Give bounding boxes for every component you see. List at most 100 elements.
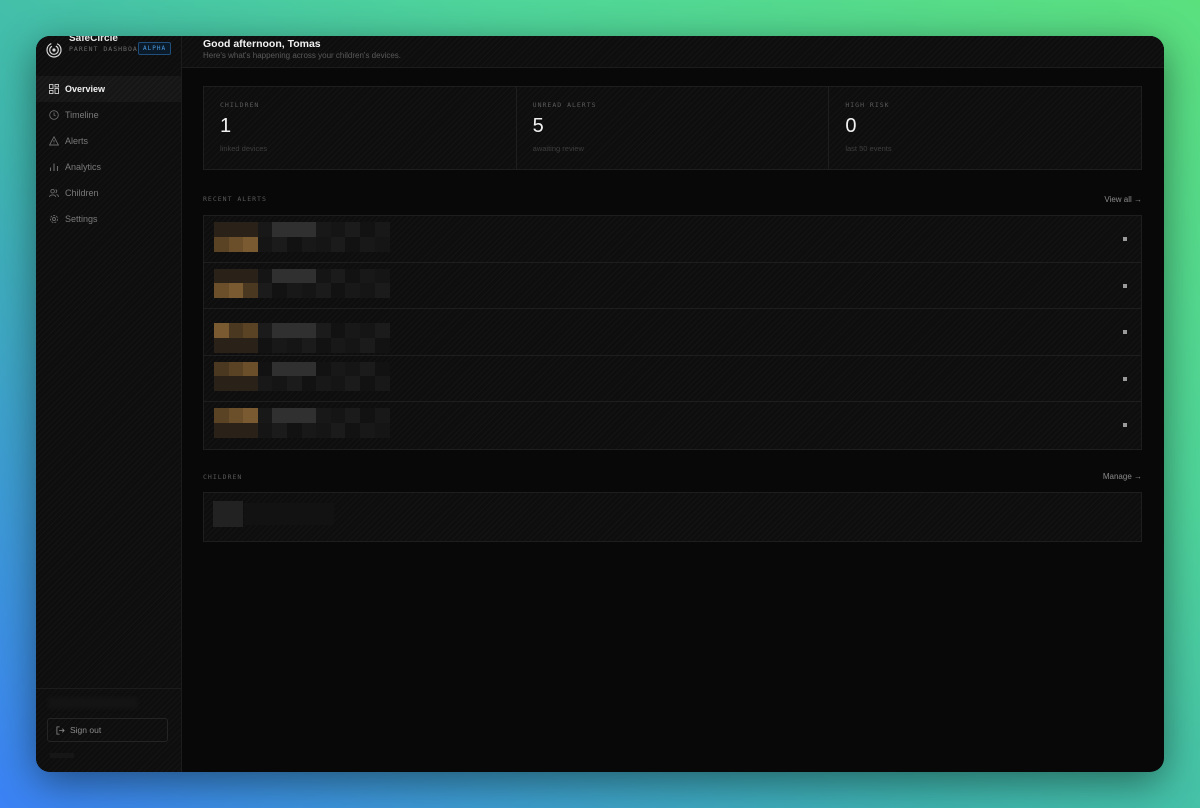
redaction-pixel <box>257 236 273 252</box>
redacted-alert-content <box>214 408 390 438</box>
redaction-pixel <box>316 422 332 438</box>
alert-row[interactable] <box>204 262 1141 310</box>
redaction-pixel <box>345 268 361 284</box>
stat-high-risk: HIGH RISK 0 last 50 events <box>829 87 1141 169</box>
sidebar-item-timeline[interactable]: Timeline <box>36 102 181 128</box>
redaction-pixel <box>345 408 361 424</box>
redaction-pixel <box>214 323 230 339</box>
alerts-list <box>203 215 1142 450</box>
redaction-pixel <box>228 337 244 353</box>
redacted-child-avatar[interactable] <box>213 500 243 527</box>
redaction-pixel <box>287 337 303 353</box>
redaction-pixel <box>374 283 390 299</box>
redaction-pixel <box>301 323 317 339</box>
redaction-pixel <box>345 283 361 299</box>
redaction-pixel <box>330 236 346 252</box>
redaction-pixel <box>287 408 303 424</box>
redaction-pixel <box>316 236 332 252</box>
unread-indicator-icon <box>1123 330 1127 335</box>
redaction-pixel <box>228 361 244 377</box>
redaction-pixel <box>228 323 244 339</box>
alert-row[interactable] <box>204 309 1141 356</box>
redaction-pixel <box>228 376 244 392</box>
app-window: SafeCircle PARENT DASHBOARD ALPHA Overvi… <box>36 36 1164 772</box>
stat-subtitle: awaiting review <box>532 144 584 153</box>
stats-panel: CHILDREN 1 linked devices UNREAD ALERTS … <box>203 86 1142 170</box>
redaction-pixel <box>360 283 376 299</box>
stat-label: CHILDREN <box>220 101 260 109</box>
sidebar-item-label: Timeline <box>65 110 99 120</box>
redaction-pixel <box>374 268 390 284</box>
redaction-pixel <box>374 408 390 424</box>
redaction-pixel <box>228 422 244 438</box>
redaction-pixel <box>272 376 288 392</box>
sidebar-item-label: Overview <box>65 84 106 94</box>
redaction-pixel <box>301 268 317 284</box>
stat-children: CHILDREN 1 linked devices <box>204 87 517 169</box>
sidebar-item-label: Children <box>65 188 99 198</box>
page-header: Good afternoon, Tomas Here's what's happ… <box>182 36 1164 68</box>
redacted-alert-content <box>214 222 390 252</box>
recent-alerts-header: RECENT ALERTS View all → <box>203 194 1142 204</box>
redaction-pixel <box>316 323 332 339</box>
sidebar-nav: Overview Timeline Alerts Analytics Child… <box>36 76 181 232</box>
sidebar-item-overview[interactable]: Overview <box>36 76 181 102</box>
redaction-pixel <box>330 337 346 353</box>
redaction-pixel <box>301 408 317 424</box>
view-all-alerts-link[interactable]: View all → <box>1104 195 1142 204</box>
alert-row[interactable] <box>204 355 1141 403</box>
redacted-alert-content <box>214 268 390 299</box>
stat-unread-alerts: UNREAD ALERTS 5 awaiting review <box>517 87 830 169</box>
redaction-pixel <box>301 376 317 392</box>
redaction-pixel <box>257 268 273 284</box>
redaction-pixel <box>272 236 288 252</box>
manage-children-link[interactable]: Manage → <box>1103 472 1142 481</box>
redaction-pixel <box>374 222 390 237</box>
sidebar-item-label: Settings <box>65 214 98 224</box>
redaction-pixel <box>287 376 303 392</box>
redaction-pixel <box>257 222 273 237</box>
redaction-pixel <box>345 422 361 438</box>
redaction-pixel <box>374 323 390 339</box>
redaction-pixel <box>287 222 303 237</box>
redaction-pixel <box>214 222 230 237</box>
redaction-pixel <box>272 337 288 353</box>
sidebar-footer: Sign out <box>36 688 181 772</box>
redaction-pixel <box>257 323 273 339</box>
redaction-pixel <box>360 323 376 339</box>
redaction-pixel <box>272 283 288 299</box>
redaction-pixel <box>360 408 376 424</box>
grid-icon <box>49 84 59 94</box>
sidebar-item-children[interactable]: Children <box>36 180 181 206</box>
redacted-user-info <box>48 697 138 709</box>
sign-out-button[interactable]: Sign out <box>47 718 168 742</box>
redaction-pixel <box>257 283 273 299</box>
sidebar-item-alerts[interactable]: Alerts <box>36 128 181 154</box>
redaction-pixel <box>345 337 361 353</box>
alert-row[interactable] <box>204 402 1141 449</box>
redaction-pixel <box>257 337 273 353</box>
redaction-pixel <box>374 422 390 438</box>
redaction-pixel <box>228 268 244 284</box>
redaction-pixel <box>316 361 332 377</box>
redaction-pixel <box>228 236 244 252</box>
alert-row[interactable] <box>204 216 1141 263</box>
sidebar-item-analytics[interactable]: Analytics <box>36 154 181 180</box>
redaction-pixel <box>257 361 273 377</box>
redaction-pixel <box>301 422 317 438</box>
redaction-pixel <box>243 422 259 438</box>
redaction-pixel <box>330 361 346 377</box>
redacted-alert-content <box>214 361 390 392</box>
sidebar-item-settings[interactable]: Settings <box>36 206 181 232</box>
redaction-pixel <box>374 361 390 377</box>
clock-icon <box>49 110 59 120</box>
redaction-pixel <box>345 376 361 392</box>
redaction-pixel <box>316 268 332 284</box>
redaction-pixel <box>360 376 376 392</box>
redaction-pixel <box>257 422 273 438</box>
redaction-pixel <box>360 422 376 438</box>
redaction-pixel <box>360 337 376 353</box>
redaction-pixel <box>228 408 244 424</box>
redaction-pixel <box>360 361 376 377</box>
stat-label: UNREAD ALERTS <box>532 101 597 109</box>
